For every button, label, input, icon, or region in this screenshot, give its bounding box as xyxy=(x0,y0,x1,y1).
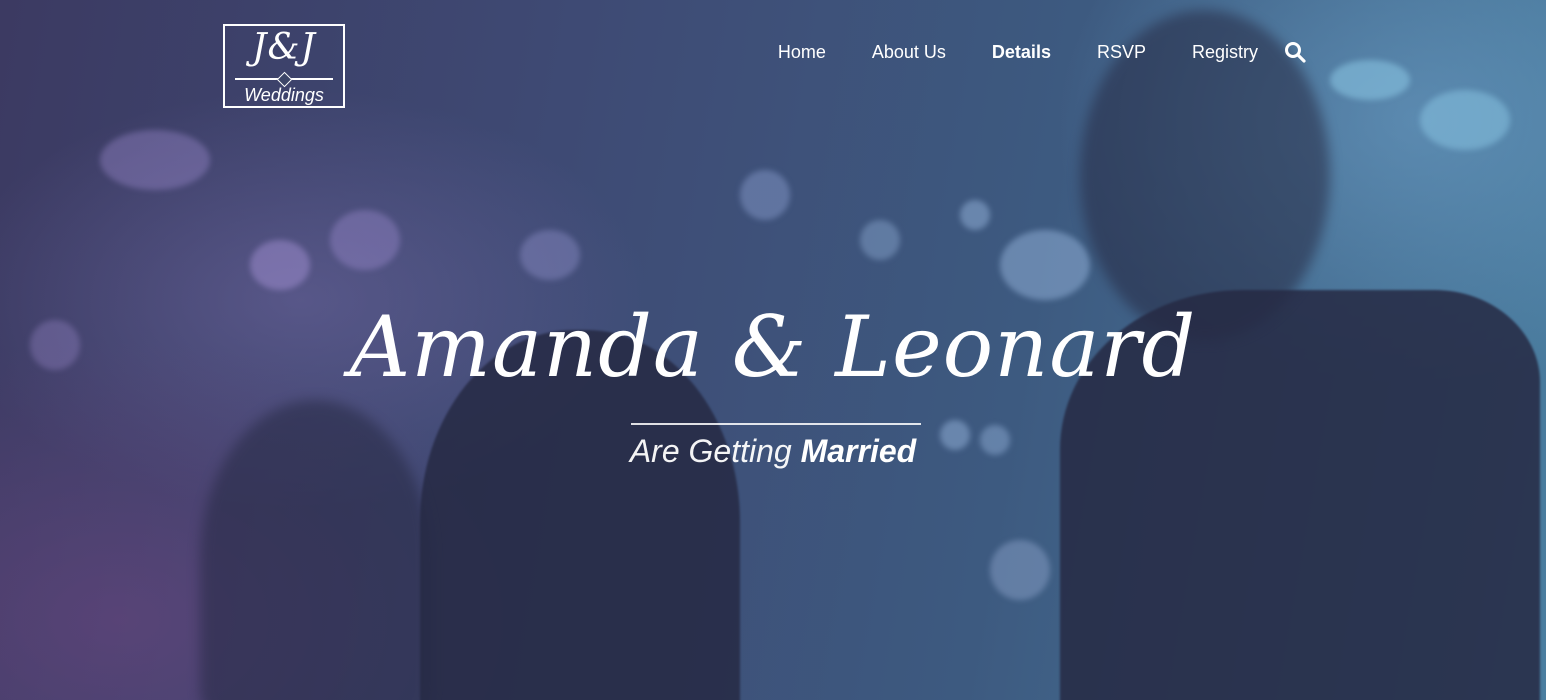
bokeh-light xyxy=(990,540,1050,600)
search-icon[interactable] xyxy=(1284,41,1306,63)
bokeh-light xyxy=(1420,90,1510,150)
heading-divider xyxy=(631,423,921,425)
nav-item-home[interactable]: Home xyxy=(778,40,826,64)
nav-item-registry[interactable]: Registry xyxy=(1192,40,1258,64)
nav-item-rsvp[interactable]: RSVP xyxy=(1097,40,1146,64)
logo-monogram: J&J xyxy=(252,27,316,68)
bokeh-light xyxy=(740,170,790,220)
bokeh-light xyxy=(1000,230,1090,300)
bokeh-light xyxy=(100,130,210,190)
hero-tagline: Are Getting Married xyxy=(0,430,1546,472)
bokeh-light xyxy=(520,230,580,280)
bokeh-light xyxy=(1330,60,1410,100)
tagline-light-text: Are Getting xyxy=(629,433,792,469)
tagline-bold-text: Married xyxy=(800,433,917,469)
brand-logo[interactable]: J&J Weddings xyxy=(223,24,345,108)
nav-item-about-us[interactable]: About Us xyxy=(872,40,946,64)
bokeh-light xyxy=(250,240,310,290)
bokeh-light xyxy=(330,210,400,270)
nav-item-details[interactable]: Details xyxy=(992,40,1051,64)
bokeh-light xyxy=(860,220,900,260)
hero-section: J&J Weddings Home About Us Details RSVP … xyxy=(0,0,1546,700)
couple-names-heading: Amanda & Leonard xyxy=(349,298,1197,396)
logo-subtitle: Weddings xyxy=(244,85,324,105)
main-nav: Home About Us Details RSVP Registry xyxy=(732,40,1306,64)
bokeh-light xyxy=(960,200,990,230)
